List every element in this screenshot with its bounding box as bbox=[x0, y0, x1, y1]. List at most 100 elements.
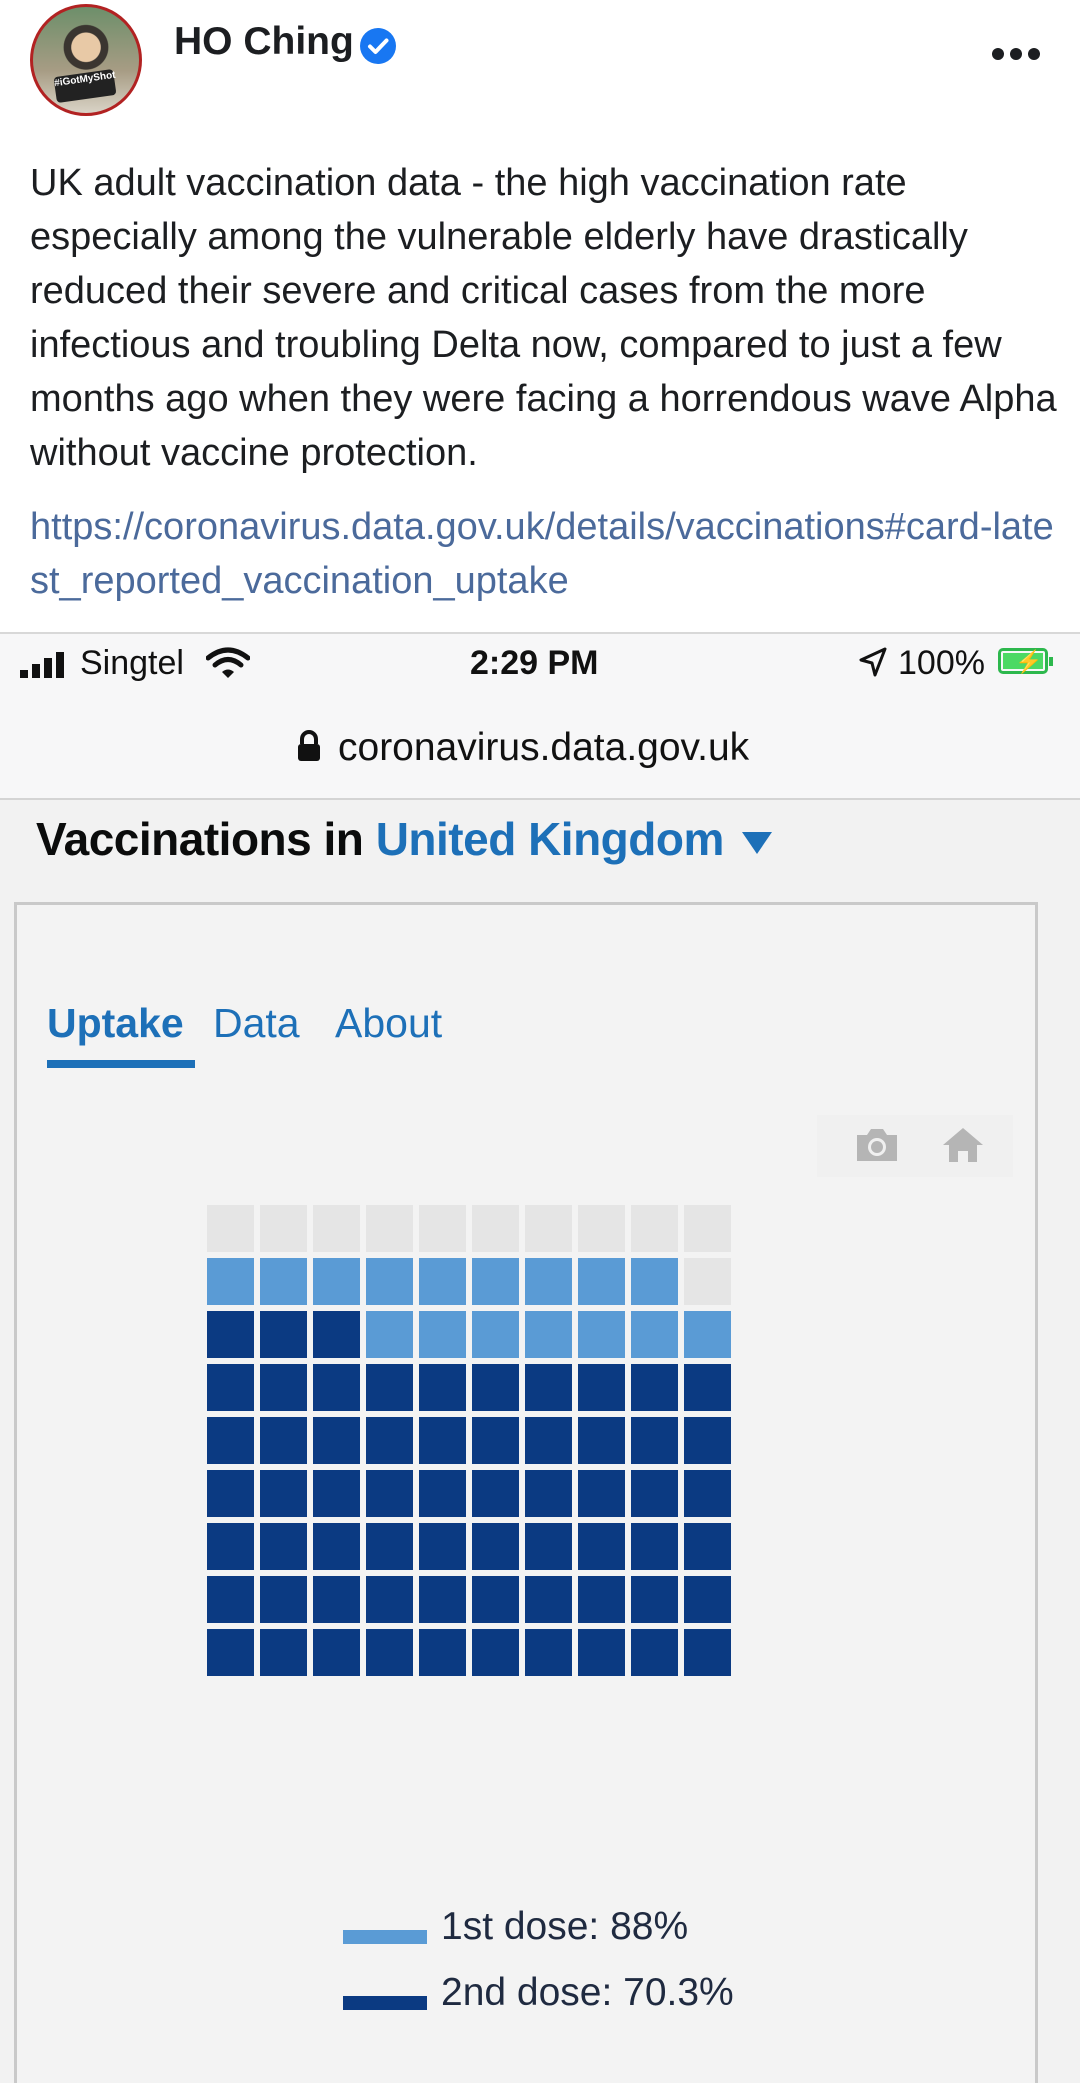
waffle-cell-second-dose bbox=[578, 1470, 625, 1517]
waffle-cell-second-dose bbox=[419, 1576, 466, 1623]
waffle-cell-unfilled bbox=[684, 1258, 731, 1305]
waffle-cell-second-dose bbox=[419, 1629, 466, 1676]
legend-label-second-dose: 2nd dose: 70.3% bbox=[441, 1971, 734, 2014]
waffle-cell-unfilled bbox=[207, 1205, 254, 1252]
vaccination-card: Uptake Data About 1st dose: 88% 2nd dose… bbox=[14, 902, 1038, 2083]
waffle-cell-second-dose bbox=[472, 1576, 519, 1623]
waffle-cell-second-dose bbox=[525, 1417, 572, 1464]
carrier-name: Singtel bbox=[80, 644, 184, 682]
waffle-cell-second-dose bbox=[631, 1470, 678, 1517]
more-options-icon[interactable] bbox=[988, 36, 1044, 66]
active-tab-indicator bbox=[47, 1060, 195, 1068]
waffle-cell-first-dose bbox=[366, 1311, 413, 1358]
waffle-cell-second-dose bbox=[313, 1576, 360, 1623]
waffle-cell-first-dose bbox=[472, 1311, 519, 1358]
waffle-cell-first-dose bbox=[472, 1258, 519, 1305]
avatar-badge: #iGotMyShot bbox=[53, 68, 117, 104]
waffle-cell-second-dose bbox=[260, 1364, 307, 1411]
waffle-cell-second-dose bbox=[684, 1523, 731, 1570]
waffle-cell-second-dose bbox=[631, 1629, 678, 1676]
legend-label-first-dose: 1st dose: 88% bbox=[441, 1905, 689, 1948]
waffle-cell-second-dose bbox=[684, 1576, 731, 1623]
waffle-cell-second-dose bbox=[472, 1523, 519, 1570]
waffle-cell-second-dose bbox=[578, 1417, 625, 1464]
waffle-cell-first-dose bbox=[366, 1258, 413, 1305]
waffle-cell-second-dose bbox=[684, 1470, 731, 1517]
waffle-cell-second-dose bbox=[313, 1470, 360, 1517]
url-text: coronavirus.data.gov.uk bbox=[338, 726, 750, 769]
waffle-cell-second-dose bbox=[313, 1523, 360, 1570]
waffle-cell-second-dose bbox=[313, 1311, 360, 1358]
waffle-cell-second-dose bbox=[207, 1417, 254, 1464]
waffle-cell-unfilled bbox=[684, 1205, 731, 1252]
waffle-cell-second-dose bbox=[419, 1364, 466, 1411]
waffle-cell-first-dose bbox=[260, 1258, 307, 1305]
legend-swatch-second-dose bbox=[343, 1996, 427, 2010]
status-time: 2:29 PM bbox=[470, 644, 599, 682]
caret-down-icon bbox=[741, 831, 772, 854]
wifi-icon bbox=[206, 647, 250, 678]
chart-modebar bbox=[817, 1115, 1013, 1177]
waffle-cell-unfilled bbox=[525, 1205, 572, 1252]
waffle-cell-unfilled bbox=[472, 1205, 519, 1252]
waffle-cell-second-dose bbox=[525, 1523, 572, 1570]
tab-uptake[interactable]: Uptake bbox=[47, 1000, 184, 1047]
home-icon[interactable] bbox=[941, 1125, 985, 1165]
waffle-cell-second-dose bbox=[472, 1364, 519, 1411]
waffle-cell-second-dose bbox=[366, 1523, 413, 1570]
waffle-cell-second-dose bbox=[525, 1470, 572, 1517]
waffle-cell-second-dose bbox=[207, 1311, 254, 1358]
page-title: Vaccinations in United Kingdom bbox=[36, 812, 772, 866]
waffle-cell-second-dose bbox=[472, 1629, 519, 1676]
waffle-cell-second-dose bbox=[366, 1364, 413, 1411]
waffle-cell-first-dose bbox=[525, 1311, 572, 1358]
waffle-cell-first-dose bbox=[631, 1258, 678, 1305]
waffle-cell-second-dose bbox=[472, 1417, 519, 1464]
verified-badge-icon bbox=[360, 28, 396, 64]
embedded-screenshot[interactable]: Singtel 2:29 PM 100% ⚡ coronavirus.data.… bbox=[0, 632, 1080, 2083]
avatar[interactable]: #iGotMyShot bbox=[30, 4, 142, 116]
waffle-cell-second-dose bbox=[313, 1417, 360, 1464]
waffle-cell-second-dose bbox=[366, 1417, 413, 1464]
page-title-prefix: Vaccinations in bbox=[36, 813, 364, 865]
waffle-cell-unfilled bbox=[578, 1205, 625, 1252]
waffle-cell-first-dose bbox=[419, 1258, 466, 1305]
waffle-cell-second-dose bbox=[207, 1576, 254, 1623]
waffle-cell-second-dose bbox=[472, 1470, 519, 1517]
waffle-cell-second-dose bbox=[578, 1523, 625, 1570]
waffle-cell-second-dose bbox=[207, 1470, 254, 1517]
waffle-cell-second-dose bbox=[207, 1629, 254, 1676]
signal-icon bbox=[20, 652, 68, 678]
waffle-cell-unfilled bbox=[260, 1205, 307, 1252]
waffle-cell-second-dose bbox=[578, 1364, 625, 1411]
waffle-chart bbox=[207, 1205, 731, 1676]
waffle-cell-first-dose bbox=[313, 1258, 360, 1305]
waffle-cell-second-dose bbox=[525, 1364, 572, 1411]
tab-about[interactable]: About bbox=[335, 1000, 442, 1047]
waffle-cell-second-dose bbox=[207, 1523, 254, 1570]
waffle-cell-unfilled bbox=[419, 1205, 466, 1252]
waffle-cell-second-dose bbox=[684, 1629, 731, 1676]
waffle-cell-second-dose bbox=[260, 1470, 307, 1517]
waffle-cell-second-dose bbox=[366, 1576, 413, 1623]
tab-data[interactable]: Data bbox=[213, 1000, 300, 1047]
waffle-cell-second-dose bbox=[631, 1364, 678, 1411]
waffle-cell-second-dose bbox=[207, 1364, 254, 1411]
waffle-cell-first-dose bbox=[419, 1311, 466, 1358]
status-bar: Singtel 2:29 PM 100% ⚡ bbox=[0, 634, 1080, 694]
waffle-cell-first-dose bbox=[525, 1258, 572, 1305]
waffle-cell-second-dose bbox=[260, 1576, 307, 1623]
post-link[interactable]: https://coronavirus.data.gov.uk/details/… bbox=[30, 500, 1060, 608]
author-name[interactable]: HO Ching bbox=[174, 20, 354, 64]
waffle-cell-unfilled bbox=[631, 1205, 678, 1252]
location-selector[interactable]: United Kingdom bbox=[376, 813, 772, 865]
browser-url-bar[interactable]: coronavirus.data.gov.uk bbox=[0, 694, 1080, 800]
waffle-cell-second-dose bbox=[366, 1470, 413, 1517]
waffle-cell-second-dose bbox=[260, 1523, 307, 1570]
camera-icon[interactable] bbox=[853, 1125, 901, 1165]
post-text: UK adult vaccination data - the high vac… bbox=[30, 162, 1057, 474]
waffle-cell-second-dose bbox=[260, 1417, 307, 1464]
waffle-cell-second-dose bbox=[525, 1576, 572, 1623]
lock-icon bbox=[298, 730, 320, 761]
waffle-cell-second-dose bbox=[313, 1629, 360, 1676]
